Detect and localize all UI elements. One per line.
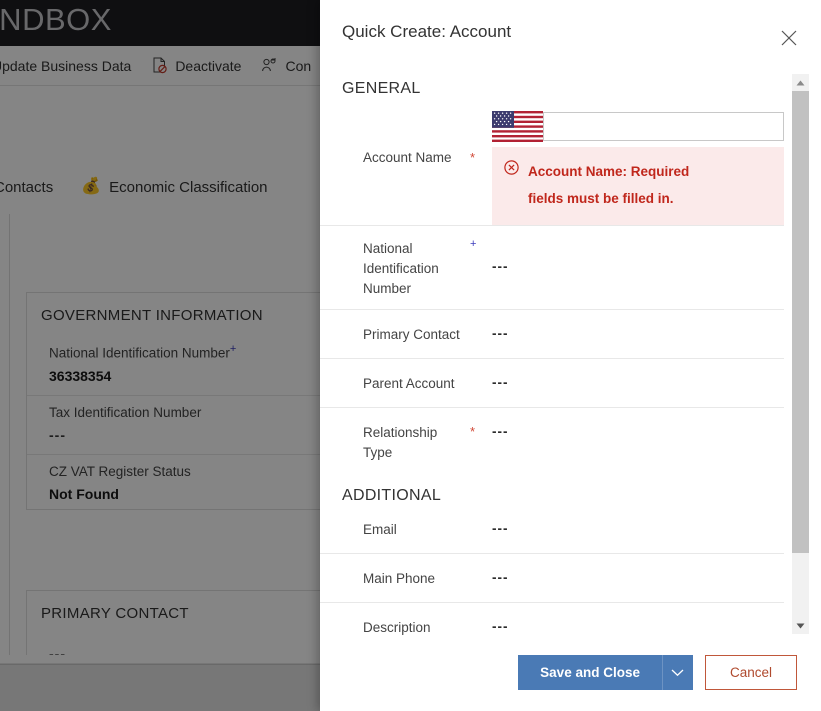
field-value-parent-account[interactable]: --- [492, 359, 784, 400]
account-name-input-wrap [492, 111, 784, 142]
required-asterisk: * [470, 150, 476, 165]
quick-create-footer: Save and Close Cancel [320, 641, 821, 711]
required-asterisk [470, 603, 492, 619]
form-row-account-name: Account Name * Account Name: Required fi… [320, 98, 784, 226]
field-label-relationship-type: Relationship Type [363, 425, 438, 460]
error-circle-x-icon [504, 160, 519, 175]
page-title: Quick Create: Account [342, 22, 512, 41]
cancel-button[interactable]: Cancel [704, 655, 797, 690]
us-flag-icon [492, 111, 543, 142]
form-row-description: Description --- [320, 603, 784, 641]
scrollbar-thumb[interactable] [792, 91, 809, 553]
panel-scrollbar[interactable] [792, 74, 809, 634]
required-asterisk [470, 359, 492, 375]
field-label-description: Description [363, 620, 431, 635]
field-control-account-name: Account Name: Required fields must be fi… [492, 98, 784, 225]
field-label-account-name: Account Name [363, 150, 452, 165]
field-value-email[interactable]: --- [492, 505, 784, 546]
field-label-parent-account: Parent Account [363, 376, 455, 391]
save-and-close-split-button: Save and Close [518, 655, 693, 690]
save-options-dropdown-button[interactable] [661, 655, 693, 690]
section-header-general: GENERAL [342, 80, 421, 97]
quick-create-form: GENERAL Account Name * Account Name: Req… [320, 70, 784, 641]
form-row-primary-contact: Primary Contact --- [320, 310, 784, 359]
form-row-relationship-type: Relationship Type * --- [320, 408, 784, 473]
account-name-error-banner: Account Name: Required fields must be fi… [492, 147, 784, 225]
scroll-up-arrow-icon[interactable] [792, 74, 809, 91]
required-plus: + [470, 238, 477, 250]
footer-button-group: Save and Close Cancel [518, 655, 797, 690]
required-asterisk: * [470, 424, 476, 439]
close-icon[interactable] [777, 26, 801, 50]
quick-create-header: Quick Create: Account [320, 0, 821, 70]
required-asterisk [470, 554, 492, 570]
field-value-relationship-type[interactable]: --- [492, 408, 784, 449]
field-value-description[interactable]: --- [492, 603, 784, 641]
form-row-email: Email --- [320, 505, 784, 554]
save-and-close-button[interactable]: Save and Close [518, 655, 662, 690]
account-name-input[interactable] [543, 112, 784, 141]
chevron-down-icon [671, 665, 684, 680]
field-label-primary-contact: Primary Contact [363, 327, 460, 342]
form-row-national-identification-number: National Identification Number + --- [320, 226, 784, 310]
error-message-text: Account Name: Required fields must be fi… [528, 164, 690, 206]
field-label-national-identification-number: National Identification Number [363, 241, 439, 296]
field-value-national-identification-number[interactable]: --- [492, 226, 784, 284]
field-value-primary-contact[interactable]: --- [492, 310, 784, 351]
form-row-main-phone: Main Phone --- [320, 554, 784, 603]
field-label-main-phone: Main Phone [363, 571, 436, 586]
section-header-additional: ADDITIONAL [342, 487, 442, 504]
field-label-email: Email [363, 522, 397, 537]
form-row-parent-account: Parent Account --- [320, 359, 784, 408]
required-asterisk [470, 505, 492, 521]
field-value-main-phone[interactable]: --- [492, 554, 784, 595]
scroll-down-arrow-icon[interactable] [792, 617, 809, 634]
quick-create-scroll-area: GENERAL Account Name * Account Name: Req… [320, 70, 821, 641]
screen-root: ANDBOX Update Business Data Deactivate [0, 0, 821, 711]
quick-create-panel: Quick Create: Account GENERAL Account Na… [320, 0, 821, 711]
required-asterisk [470, 310, 492, 326]
